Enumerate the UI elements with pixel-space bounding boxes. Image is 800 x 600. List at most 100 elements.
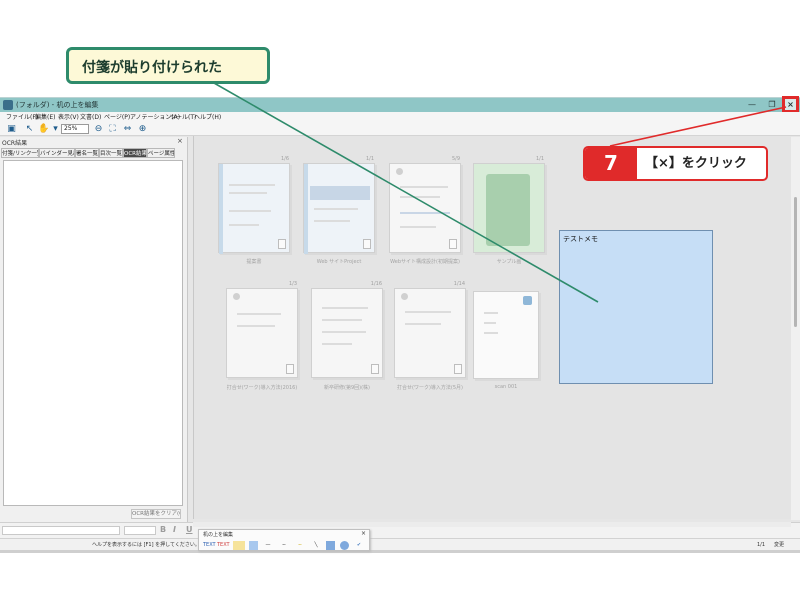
text-line bbox=[405, 323, 441, 325]
status-bar: ヘルプを表示するには [F1] を押してください。 1/1 変更 bbox=[0, 538, 800, 550]
thumbnail-label: Webサイト構成設計(初期提案) bbox=[390, 259, 460, 265]
fit-width-icon[interactable]: ⇔ bbox=[122, 124, 133, 135]
document-icon bbox=[454, 364, 462, 374]
hand-tool-icon[interactable]: ✋ bbox=[38, 124, 49, 135]
text-line bbox=[400, 196, 440, 198]
tab-annotation-list[interactable]: 付箋/リンク一覧 bbox=[1, 148, 39, 158]
text-line bbox=[322, 307, 368, 309]
thumbnail-stripe bbox=[304, 164, 308, 254]
step-number: 7 bbox=[585, 148, 637, 179]
close-button[interactable]: × bbox=[782, 96, 799, 113]
document-thumbnail[interactable]: 1/16 bbox=[311, 281, 383, 378]
italic-icon[interactable]: I bbox=[173, 525, 176, 534]
text-line bbox=[229, 224, 259, 226]
text-line bbox=[322, 343, 352, 345]
ocr-clear-button[interactable]: OCR結果をクリア(C) bbox=[131, 509, 181, 519]
title-bar: (フォルダ) - 机の上を編集 — ❐ × bbox=[0, 96, 800, 113]
dropdown-icon[interactable]: ▾ bbox=[50, 124, 61, 135]
tab-page-properties[interactable]: ページ属性 bbox=[147, 148, 175, 158]
document-thumbnail[interactable]: 1/14 bbox=[394, 281, 466, 378]
vertical-scrollbar[interactable] bbox=[791, 137, 800, 520]
zoom-select[interactable]: 25% bbox=[61, 124, 89, 134]
line-tool-icon[interactable]: — bbox=[262, 541, 274, 550]
document-thumbnail[interactable]: 5/9 bbox=[389, 156, 461, 253]
rectangle-tool-icon[interactable] bbox=[326, 541, 335, 550]
window-title: (フォルダ) - 机の上を編集 bbox=[16, 101, 99, 109]
restore-icon: ❐ bbox=[768, 100, 776, 109]
panel-close-button[interactable]: × bbox=[177, 137, 183, 145]
menu-page[interactable]: ページ(P) bbox=[104, 112, 130, 123]
document-thumbnail[interactable]: 1/6 bbox=[218, 156, 290, 254]
text-line bbox=[314, 208, 358, 210]
page-count: 1/14 bbox=[453, 281, 465, 287]
text-line bbox=[322, 331, 366, 333]
scan-thumbnail[interactable] bbox=[473, 291, 539, 379]
menu-file[interactable]: ファイル(F) bbox=[6, 112, 38, 123]
callout-note-pasted: 付箋が貼り付けられた bbox=[66, 47, 270, 84]
sticky-note-text[interactable]: テストメモ bbox=[563, 234, 598, 244]
thumbnail-label: 打合せ(ワーク)導入方法(2016) bbox=[226, 385, 298, 391]
marker-tool-icon[interactable]: ∼ bbox=[294, 541, 306, 550]
sticky-note-tool[interactable] bbox=[249, 541, 258, 550]
text-line bbox=[314, 220, 350, 222]
zoom-out-icon[interactable]: ⊖ bbox=[93, 124, 104, 135]
page-count: 5/9 bbox=[451, 156, 460, 162]
ocr-text-area[interactable] bbox=[3, 160, 183, 506]
text-line bbox=[400, 226, 436, 228]
palette-close-button[interactable]: × bbox=[361, 530, 366, 537]
text-line bbox=[400, 186, 448, 188]
minimize-icon: — bbox=[748, 100, 756, 109]
pen-tool-icon[interactable]: ╲ bbox=[310, 541, 322, 550]
text-tool-blue[interactable]: TEXT bbox=[203, 541, 216, 550]
stamp-tool-icon[interactable]: ✔ bbox=[354, 541, 364, 550]
tab-signature-list[interactable]: 署名一覧 bbox=[75, 148, 99, 158]
document-icon bbox=[371, 364, 379, 374]
tab-ocr-result[interactable]: OCR結果 bbox=[123, 148, 147, 158]
restore-button[interactable]: ❐ bbox=[762, 98, 782, 112]
ellipse-tool-icon[interactable] bbox=[340, 541, 349, 550]
freehand-tool-icon[interactable]: ∼ bbox=[278, 541, 290, 550]
underline-icon[interactable]: U bbox=[186, 525, 193, 534]
document-icon bbox=[363, 239, 371, 249]
document-thumbnail[interactable]: 1/1 bbox=[303, 156, 375, 254]
text-tool-red[interactable]: TEXT bbox=[217, 541, 230, 550]
text-line bbox=[229, 210, 271, 212]
menu-help[interactable]: ヘルプ(H) bbox=[194, 112, 221, 123]
thumbnail-label: 新卒研修(第9回)(株) bbox=[324, 385, 370, 391]
toolbar: ▣ ↖ ✋ ▾ 25% ⊖ ⛶ ⇔ ⊕ bbox=[0, 123, 800, 136]
font-size-select[interactable] bbox=[124, 526, 156, 535]
minimize-button[interactable]: — bbox=[742, 98, 762, 112]
image-thumbnail[interactable]: 1/1 bbox=[473, 156, 545, 253]
menu-view[interactable]: 表示(V) bbox=[58, 112, 79, 123]
save-icon[interactable]: ▣ bbox=[6, 124, 17, 135]
tab-toc-list[interactable]: 目次一覧 bbox=[99, 148, 123, 158]
font-name-select[interactable] bbox=[2, 526, 120, 535]
page-count: 1/1 bbox=[365, 156, 374, 162]
thumbnail-label: scan 001 bbox=[494, 384, 518, 390]
page-count: 1/3 bbox=[288, 281, 297, 287]
page-count: 1/16 bbox=[370, 281, 382, 287]
tab-binder-index[interactable]: バインダー見出 bbox=[39, 148, 75, 158]
palette-title: 机の上を編集 bbox=[203, 532, 234, 538]
text-line bbox=[229, 184, 275, 186]
zoom-in-icon[interactable]: ⊕ bbox=[137, 124, 148, 135]
menu-tools[interactable]: ツール(T) bbox=[170, 112, 196, 123]
horizontal-scrollbar[interactable] bbox=[193, 522, 791, 527]
fit-page-icon[interactable]: ⛶ bbox=[107, 124, 118, 135]
sticky-note[interactable]: テストメモ bbox=[559, 230, 713, 384]
text-line bbox=[405, 311, 451, 313]
ocr-result-panel: OCR結果 × 付箋/リンク一覧 バインダー見出 署名一覧 目次一覧 OCR結果… bbox=[0, 137, 188, 525]
highlight-tool[interactable] bbox=[233, 541, 245, 550]
text-line bbox=[229, 192, 267, 194]
menu-document[interactable]: 文書(D) bbox=[80, 112, 101, 123]
scroll-thumb[interactable] bbox=[794, 197, 797, 327]
document-thumbnail[interactable]: 1/3 bbox=[226, 281, 298, 378]
document-icon bbox=[449, 239, 457, 249]
bold-icon[interactable]: B bbox=[160, 525, 166, 534]
text-line bbox=[237, 313, 281, 315]
menu-edit[interactable]: 編集(E) bbox=[35, 112, 55, 123]
screenshot-stage: 付箋が貼り付けられた 7 【×】をクリック (フォルダ) - 机の上を編集 — … bbox=[0, 0, 800, 600]
thumbnail-stripe bbox=[219, 164, 223, 254]
text-line bbox=[322, 319, 362, 321]
select-arrow-icon[interactable]: ↖ bbox=[24, 124, 35, 135]
